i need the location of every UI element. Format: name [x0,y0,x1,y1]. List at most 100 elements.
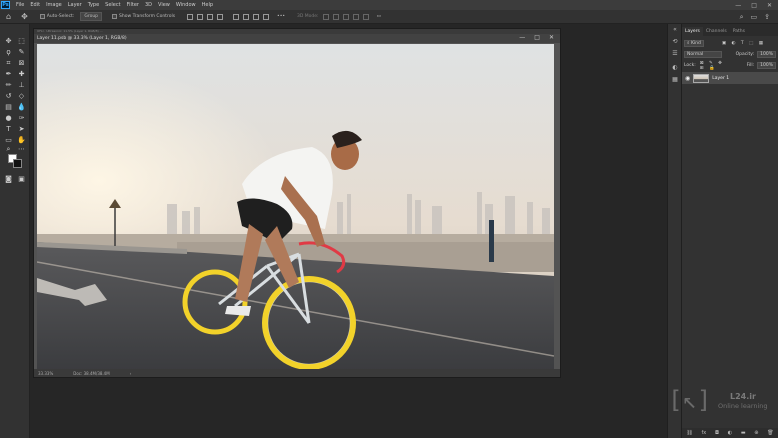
menu-image[interactable]: Image [46,2,62,8]
adjustment-icon[interactable]: ◐ [728,430,732,436]
workspace-icon[interactable]: ▭ [751,13,758,22]
align-bottom-icon[interactable] [243,13,250,20]
pen-tool-icon[interactable]: ✑ [17,114,26,122]
layer-row[interactable]: ◉ Layer 1 [682,72,778,84]
zoom-level[interactable]: 33.33% [38,371,53,376]
menu-help[interactable]: Help [202,2,213,8]
menu-file[interactable]: File [16,2,24,8]
menu-3d[interactable]: 3D [145,2,152,8]
move-tool-icon[interactable]: ✥ [4,37,13,45]
workspace-gap [563,24,667,438]
mask-icon[interactable]: ◘ [715,430,719,436]
gradient-tool-icon[interactable]: ▤ [4,103,13,111]
layer-filter-row: ⌕ Kind ▣ ◐ T ⬚ ▦ [684,39,776,48]
video-icon[interactable]: ▭ [377,14,381,19]
history-brush-tool-icon[interactable]: ↺ [4,92,13,100]
color-panel-icon[interactable]: ▦ [671,76,679,84]
healing-tool-icon[interactable]: ✚ [17,70,26,78]
collapsed-panels-column: « ⟲ ☰ ◐ ▦ [667,24,682,438]
quick-select-tool-icon[interactable]: ✎ [17,48,26,56]
stamp-tool-icon[interactable]: ⊥ [17,81,26,89]
history-panel-icon[interactable]: ⟲ [671,38,679,46]
lock-icons[interactable]: ⊠ ✎ ✥ ⊞ 🔒 [700,61,733,71]
fx-icon[interactable]: fx [701,430,706,436]
blend-mode-dropdown[interactable]: Normal [684,51,722,58]
lasso-tool-icon[interactable]: ϙ [4,48,13,56]
properties-panel-icon[interactable]: ☰ [671,50,679,58]
maximize-button[interactable]: □ [751,2,757,9]
brush-tool-icon[interactable]: ✏ [4,81,13,89]
shape-tool-icon[interactable]: ▭ [4,136,13,144]
tab-paths[interactable]: Paths [730,27,748,36]
home-icon[interactable]: ⌂ [6,12,11,21]
menu-window[interactable]: Window [176,2,196,8]
tab-channels[interactable]: Channels [703,27,730,36]
zoom-tool-icon[interactable]: ⌕ [4,145,13,153]
kind-filter-dropdown[interactable]: ⌕ Kind [684,40,704,47]
align-right-icon[interactable] [207,13,214,20]
group-icon[interactable]: ▬ [741,430,746,436]
close-button[interactable]: ✕ [767,2,772,9]
align-top-icon[interactable] [217,13,224,20]
eraser-tool-icon[interactable]: ◇ [17,92,26,100]
move-tool-icon[interactable]: ✥ [21,12,28,21]
show-transform-option[interactable]: Show Transform Controls [112,14,175,19]
scale-3d-icon[interactable] [362,13,369,20]
new-layer-icon[interactable]: ⊕ [754,430,758,436]
doc-close-button[interactable]: ✕ [549,34,554,41]
slide-3d-icon[interactable] [352,13,359,20]
menu-select[interactable]: Select [105,2,120,8]
dodge-tool-icon[interactable]: ● [4,114,13,122]
menu-layer[interactable]: Layer [68,2,82,8]
align-center-icon[interactable] [197,13,204,20]
frame-tool-icon[interactable]: ⊠ [17,59,26,67]
document-window: UFLI · Ultrasonic: 11.5% (Layer 1, RGB/8… [33,28,561,378]
pan-3d-icon[interactable] [342,13,349,20]
share-icon[interactable]: ⇪ [764,13,770,22]
link-icon[interactable]: ⛓ [686,430,692,436]
more-tools-icon[interactable]: ⋯ [17,145,26,153]
blur-tool-icon[interactable]: 💧 [17,103,26,111]
visibility-eye-icon[interactable]: ◉ [685,75,690,82]
search-icon[interactable]: ⌕ [740,13,744,22]
document-title-bar[interactable]: Layer 11.psb @ 33.3% (Layer 1, RGB/8) — … [34,34,560,43]
menu-edit[interactable]: Edit [30,2,40,8]
fill-field[interactable]: 100% [757,62,776,69]
menu-type[interactable]: Type [88,2,99,8]
menu-view[interactable]: View [158,2,170,8]
show-transform-checkbox[interactable] [112,14,118,19]
screen-mode-icon[interactable]: ▣ [17,175,26,183]
type-tool-icon[interactable]: T [4,125,13,133]
align-left-icon[interactable] [187,13,194,20]
quick-mask-icon[interactable]: ◙ [4,175,13,183]
hand-tool-icon[interactable]: ✋ [17,136,26,144]
opacity-field[interactable]: 100% [757,51,776,58]
align-middle-icon[interactable] [233,13,240,20]
layer-name[interactable]: Layer 1 [712,76,729,81]
crop-tool-icon[interactable]: ⌗ [4,59,13,67]
auto-select-option[interactable]: Auto-Select: [39,14,74,19]
doc-minimize-button[interactable]: — [519,34,525,41]
roll-3d-icon[interactable] [332,13,339,20]
distribute-icon[interactable] [253,13,260,20]
more-options-icon[interactable]: ••• [277,14,285,19]
collapse-arrows-icon[interactable]: « [671,26,679,34]
image-canvas[interactable] [37,44,554,370]
minimize-button[interactable]: — [735,2,741,9]
doc-maximize-button[interactable]: □ [534,34,540,41]
adjustments-panel-icon[interactable]: ◐ [671,64,679,72]
auto-select-dropdown[interactable]: Group [80,12,103,21]
auto-select-checkbox[interactable] [39,14,45,19]
orbit-3d-icon[interactable] [322,13,329,20]
status-arrow-icon[interactable]: › [130,371,132,376]
filter-icons[interactable]: ▣ ◐ T ⬚ ▦ [722,41,765,46]
path-select-tool-icon[interactable]: ➤ [17,125,26,133]
distribute-h-icon[interactable] [263,13,270,20]
tab-layers[interactable]: Layers [682,27,703,36]
background-color-swatch[interactable] [13,159,22,168]
eyedropper-tool-icon[interactable]: ✒ [4,70,13,78]
menu-filter[interactable]: Filter [127,2,139,8]
trash-icon[interactable]: 🗑 [767,430,773,436]
photoshop-app: Ps File Edit Image Layer Type Select Fil… [0,0,778,438]
marquee-tool-icon[interactable]: ⬚ [17,37,26,45]
